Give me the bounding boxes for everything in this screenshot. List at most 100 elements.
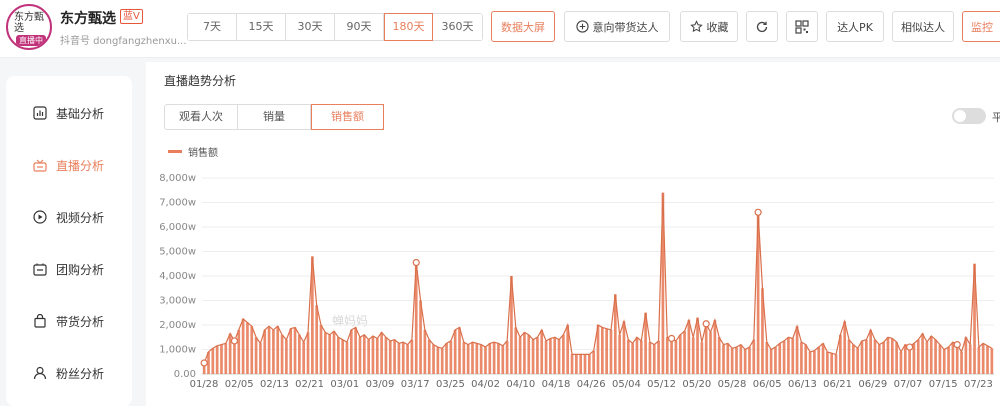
influencer-pk-button[interactable]: 达人PK bbox=[826, 11, 884, 42]
chart-bar bbox=[406, 344, 409, 374]
chart-bar bbox=[678, 334, 682, 374]
favorite-button[interactable]: 收藏 bbox=[680, 11, 738, 42]
chart-bar bbox=[419, 300, 422, 374]
favorite-label: 收藏 bbox=[706, 20, 729, 34]
chart-bar bbox=[332, 331, 336, 374]
chart-bar bbox=[986, 345, 989, 374]
chart-bar bbox=[964, 337, 968, 374]
intent-influencer-button[interactable]: 意向带货达人 bbox=[564, 11, 670, 42]
refresh-icon bbox=[756, 21, 768, 32]
chart-bar bbox=[683, 331, 686, 374]
chart-bar bbox=[241, 318, 245, 374]
sidebar-item-label: 团购分析 bbox=[56, 263, 105, 277]
chart-bar bbox=[280, 334, 284, 374]
chart-bar bbox=[674, 340, 678, 374]
chart-bar bbox=[929, 336, 933, 374]
refresh-button[interactable] bbox=[746, 11, 778, 42]
chart-bar bbox=[298, 334, 301, 374]
y-tick-label: 5,000w bbox=[159, 247, 196, 258]
chart-bar bbox=[847, 339, 851, 374]
chart-bar bbox=[769, 349, 773, 374]
chart-bar bbox=[704, 323, 708, 374]
chart-bar bbox=[605, 328, 608, 374]
chart-bar bbox=[635, 337, 639, 374]
chart-bar bbox=[990, 348, 994, 374]
chart-bar bbox=[639, 340, 643, 374]
chart-bar bbox=[358, 337, 362, 374]
x-tick-label: 04/02 bbox=[471, 379, 500, 390]
avatar[interactable]: 东方甄选 直播中 bbox=[6, 4, 52, 50]
range-90d[interactable]: 90天 bbox=[335, 14, 384, 40]
toggle-label: 平 bbox=[992, 111, 1000, 124]
range-30d[interactable]: 30天 bbox=[286, 14, 335, 40]
chart-bar bbox=[813, 350, 816, 374]
chart-bar bbox=[557, 339, 561, 374]
x-tick-label: 05/28 bbox=[718, 379, 747, 390]
chart-bar bbox=[410, 339, 414, 374]
qrcode-icon bbox=[795, 19, 809, 34]
range-15d[interactable]: 15天 bbox=[237, 14, 286, 40]
chart-bar bbox=[354, 327, 357, 374]
sidebar: 基础分析 直播分析 视频分析 团购分析 带货分析 粉丝分析 bbox=[6, 76, 132, 406]
chart-bar bbox=[514, 327, 518, 374]
chart-bar bbox=[955, 344, 959, 374]
x-tick-label: 07/23 bbox=[964, 379, 993, 390]
chart-bar bbox=[250, 326, 254, 374]
chart-bar bbox=[527, 334, 531, 374]
x-tick-label: 07/15 bbox=[929, 379, 958, 390]
live-icon bbox=[33, 159, 47, 172]
chart-bar bbox=[449, 340, 453, 374]
chart-bar bbox=[536, 337, 539, 374]
chart-bar bbox=[903, 344, 907, 374]
chart-bar bbox=[518, 337, 522, 374]
average-toggle[interactable] bbox=[952, 108, 986, 124]
dashboard-button[interactable]: 数据大屏 bbox=[491, 11, 555, 42]
x-tick-label: 04/18 bbox=[542, 379, 571, 390]
sidebar-item-goods[interactable]: 带货分析 bbox=[6, 306, 132, 336]
x-tick-label: 02/13 bbox=[260, 379, 289, 390]
sidebar-item-label: 带货分析 bbox=[56, 315, 105, 329]
range-7d[interactable]: 7天 bbox=[188, 14, 237, 40]
chart-bar bbox=[852, 344, 855, 374]
chart-bar bbox=[739, 344, 743, 374]
chart-bar bbox=[549, 338, 552, 374]
y-tick-label: 7,000w bbox=[159, 198, 196, 209]
chart-bar bbox=[670, 338, 673, 374]
range-360d[interactable]: 360天 bbox=[433, 14, 482, 40]
chart-bar bbox=[968, 344, 972, 374]
x-tick-label: 04/10 bbox=[506, 379, 535, 390]
chart-bar bbox=[960, 351, 963, 374]
sidebar-item-basic[interactable]: 基础分析 bbox=[6, 98, 132, 128]
chart-bar bbox=[471, 342, 474, 374]
chart-bar bbox=[765, 342, 769, 374]
data-point-marker bbox=[667, 334, 676, 343]
chart-bar bbox=[925, 342, 929, 374]
x-tick-label: 07/07 bbox=[894, 379, 923, 390]
chart-bar bbox=[774, 347, 777, 374]
sidebar-item-groupbuy[interactable]: 团购分析 bbox=[6, 254, 132, 284]
sidebar-item-video[interactable]: 视频分析 bbox=[6, 202, 132, 232]
monitor-button[interactable]: 监控 bbox=[962, 11, 1000, 42]
chart-bar bbox=[445, 343, 448, 374]
data-point-marker bbox=[230, 337, 239, 345]
chart-bar bbox=[722, 344, 725, 374]
chart-bar bbox=[782, 340, 786, 374]
chart-bar bbox=[254, 337, 258, 374]
chart-bar bbox=[324, 332, 327, 374]
sidebar-item-fans[interactable]: 粉丝分析 bbox=[6, 358, 132, 388]
chart-bar bbox=[388, 340, 392, 374]
sidebar-item-label: 粉丝分析 bbox=[56, 367, 105, 381]
chart-bar bbox=[916, 339, 920, 374]
main-panel: 直播趋势分析 观看人次 销量 销售额 平 销售额 蝉妈妈 0.00 1,000w 2… bbox=[146, 62, 1000, 406]
chart-bar bbox=[934, 339, 937, 374]
chart-bar bbox=[484, 347, 487, 374]
sidebar-item-live[interactable]: 直播分析 bbox=[6, 150, 132, 180]
qrcode-button[interactable] bbox=[786, 11, 818, 42]
range-180d[interactable]: 180天 bbox=[384, 13, 433, 41]
chart-bar bbox=[631, 343, 634, 374]
x-tick-label: 02/21 bbox=[295, 379, 324, 390]
chart-bar bbox=[652, 344, 656, 374]
similar-influencer-button[interactable]: 相似达人 bbox=[892, 11, 954, 42]
sidebar-item-label: 基础分析 bbox=[56, 107, 105, 121]
chart-bar bbox=[237, 329, 241, 374]
